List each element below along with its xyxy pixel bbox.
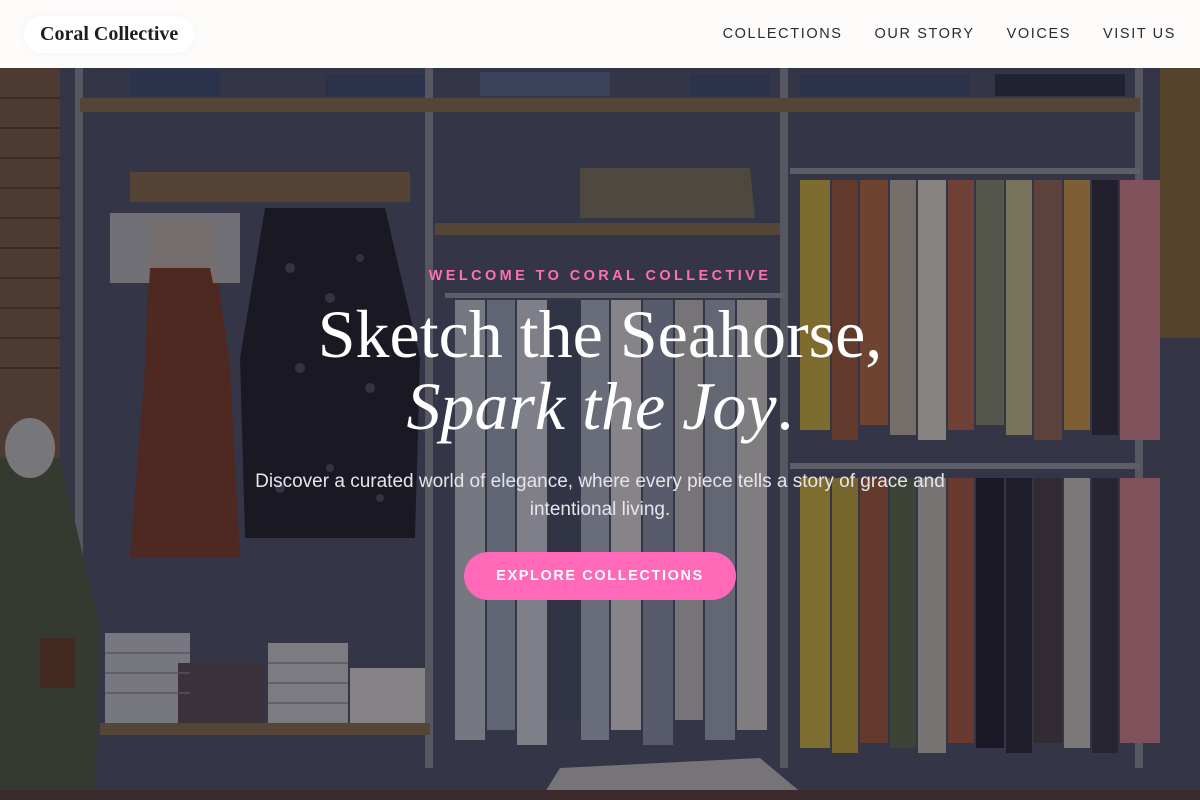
nav-collections[interactable]: COLLECTIONS [723,26,843,42]
hero-section: WELCOME TO CORAL COLLECTIVE Sketch the S… [0,68,1200,800]
nav-our-story[interactable]: OUR STORY [875,26,975,42]
nav-visit-us[interactable]: VISIT US [1103,26,1176,42]
headline-line-2: Spark the Joy [406,368,777,444]
hero-headline: Sketch the Seahorse, Spark the Joy. [318,298,883,442]
nav-voices[interactable]: VOICES [1007,26,1071,42]
headline-period: . [776,368,794,444]
brand-logo[interactable]: Coral Collective [24,15,195,53]
headline-line-1: Sketch the Seahorse, [317,296,883,372]
site-header: Coral Collective COLLECTIONS OUR STORY V… [0,0,1200,68]
hero-eyebrow: WELCOME TO CORAL COLLECTIVE [428,268,772,284]
explore-collections-button[interactable]: EXPLORE COLLECTIONS [464,552,736,600]
hero-subtext: Discover a curated world of elegance, wh… [255,471,945,520]
hero-content: WELCOME TO CORAL COLLECTIVE Sketch the S… [0,68,1200,800]
main-nav: COLLECTIONS OUR STORY VOICES VISIT US [691,26,1176,42]
